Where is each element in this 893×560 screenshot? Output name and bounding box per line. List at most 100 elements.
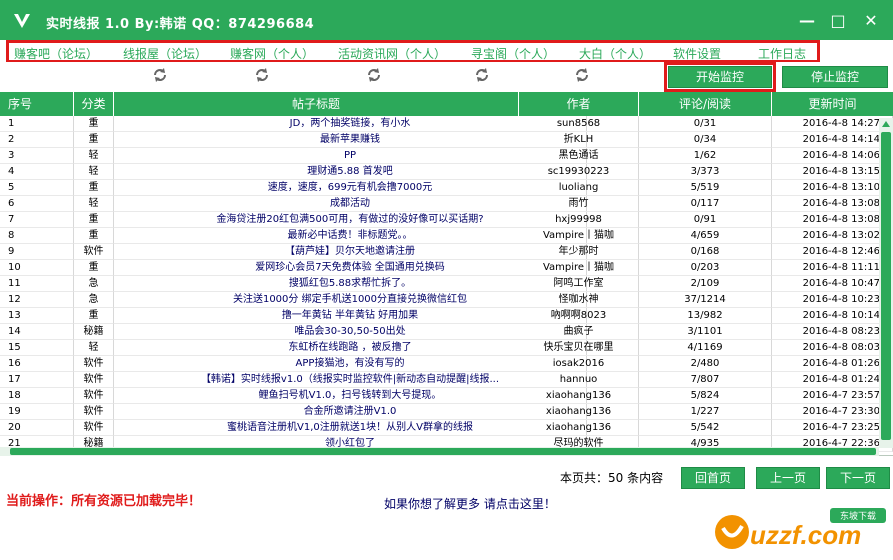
row-update-time: 2016-4-7 23:25 — [772, 420, 893, 436]
row-title[interactable]: 成都活动 — [114, 196, 587, 212]
row-index: 17 — [0, 372, 74, 388]
menu-item-zhuankewang[interactable]: 赚客网（个人） — [230, 45, 314, 62]
row-title[interactable]: 金海贷注册20红包满500可用，有做过的没好像可以买话期? — [114, 212, 587, 228]
table-row[interactable]: 20 软件 蜜桃语音注册机V1,0注册就送1块！从别人V群拿的线报 xiaohang1… — [0, 420, 893, 436]
row-author: xiaohang136 — [519, 388, 639, 404]
table-row[interactable]: 10 重爱网珍心会员7天免费体验 全国通用兑换码 Vampire丨猫咖 0/203 20… — [0, 260, 893, 276]
table-row[interactable]: 1 重 JD，两个抽奖链接，有小水 sun8568 0/31 2016-4-8 14:27 — [0, 116, 893, 132]
row-title[interactable]: JD，两个抽奖链接，有小水 — [114, 116, 587, 132]
refresh-icon[interactable] — [474, 67, 490, 83]
row-update-time: 2016-4-8 13:10 — [772, 180, 893, 196]
table-row[interactable]: 3 轻 PP 黑色通话 1/62 2016-4-8 14:06 — [0, 148, 893, 164]
close-button[interactable]: ✕ — [860, 10, 882, 32]
table-row[interactable]: 6 轻成都活动 雨竹 0/117 2016-4-8 13:08 — [0, 196, 893, 212]
row-category: 软件 — [74, 420, 114, 436]
table-row[interactable]: 15 轻东虹桥在线跑路 ，被反撸了 快乐宝贝在哪里 4/1169 2016-4-8 08… — [0, 340, 893, 356]
menu-item-dabai[interactable]: 大白（个人） — [579, 45, 651, 62]
table-row[interactable]: 5 重速度，速度，699元有机会撸7000元 luoliang 5/519 2016-4… — [0, 180, 893, 196]
refresh-icon[interactable] — [366, 67, 382, 83]
header-category[interactable]: 分类 — [74, 92, 114, 116]
maximize-button[interactable]: □ — [827, 10, 849, 32]
header-author[interactable]: 作者 — [519, 92, 639, 116]
header-stats[interactable]: 评论/阅读 — [639, 92, 772, 116]
row-update-time: 2016-4-7 23:57 — [772, 388, 893, 404]
next-page-button[interactable]: 下一页 — [826, 467, 890, 489]
header-title[interactable]: 帖子标题 — [114, 92, 519, 116]
row-stats: 5/542 — [639, 420, 772, 436]
row-title[interactable]: 【韩诺】实时线报v1.0（线报实时监控软件|新动态自动提醒|线报... — [114, 372, 587, 388]
row-stats: 3/373 — [639, 164, 772, 180]
stop-monitor-button[interactable]: 停止监控 — [782, 66, 888, 88]
row-index: 8 — [0, 228, 74, 244]
menu-item-huodongzixun[interactable]: 活动资讯网（个人） — [338, 45, 446, 62]
row-title[interactable]: APP接猫池，有没有写的 — [114, 356, 587, 372]
row-stats: 0/117 — [639, 196, 772, 212]
row-update-time: 2016-4-8 13:15 — [772, 164, 893, 180]
row-title[interactable]: 理财通5.88 首发吧 — [114, 164, 587, 180]
row-stats: 0/31 — [639, 116, 772, 132]
row-title[interactable]: 最新苹果赚钱 — [114, 132, 587, 148]
row-update-time: 2016-4-8 08:23 — [772, 324, 893, 340]
row-index: 13 — [0, 308, 74, 324]
row-index: 1 — [0, 116, 74, 132]
row-title[interactable]: PP — [114, 148, 587, 164]
row-title[interactable]: 合金所邀请注册V1.0 — [114, 404, 587, 420]
refresh-icon[interactable] — [574, 67, 590, 83]
minimize-button[interactable]: — — [796, 10, 818, 32]
start-monitor-button[interactable]: 开始监控 — [668, 66, 772, 88]
menu-item-settings[interactable]: 软件设置 — [673, 45, 721, 62]
row-stats: 0/34 — [639, 132, 772, 148]
row-category: 急 — [74, 276, 114, 292]
menu-item-worklog[interactable]: 工作日志 — [758, 45, 806, 62]
table-row[interactable]: 4 轻理财通5.88 首发吧 sc19930223 3/373 2016-4-8 13:… — [0, 164, 893, 180]
row-category: 重 — [74, 308, 114, 324]
menu-item-xunbaoge[interactable]: 寻宝阁（个人） — [471, 45, 555, 62]
table-row[interactable]: 19 软件 合金所邀请注册V1.0 xiaohang136 1/227 2016-4-7 … — [0, 404, 893, 420]
prev-page-button[interactable]: 上一页 — [756, 467, 820, 489]
home-page-button[interactable]: 回首页 — [681, 467, 745, 489]
row-title[interactable]: 关注送1000分 绑定手机送1000分直接兑换微信红包 — [114, 292, 587, 308]
learn-more-link[interactable]: 如果你想了解更多 请点击这里！ — [384, 495, 556, 512]
vertical-scroll-thumb[interactable] — [881, 132, 891, 440]
table-row[interactable]: 16 软件 APP接猫池，有没有写的 iosak2016 2/480 2016-4-8 0… — [0, 356, 893, 372]
row-title[interactable]: 撸一年黄钻 半年黄钻 好用加果 — [114, 308, 587, 324]
row-update-time: 2016-4-8 12:46 — [772, 244, 893, 260]
row-title[interactable]: 爱网珍心会员7天免费体验 全国通用兑换码 — [114, 260, 587, 276]
row-author: hxj99998 — [519, 212, 639, 228]
table-row[interactable]: 8 重最新必中话费！非标题党。。 Vampire丨猫咖 4/659 2016-4-8 1… — [0, 228, 893, 244]
row-title[interactable]: 鲤鱼扫号机V1.0，扫号钱转到大号提现。 — [114, 388, 587, 404]
row-update-time: 2016-4-7 23:30 — [772, 404, 893, 420]
menu-item-zhuankeba[interactable]: 赚客吧（论坛） — [14, 45, 98, 62]
table-row[interactable]: 2 重最新苹果赚钱 折KLH 0/34 2016-4-8 14:14 — [0, 132, 893, 148]
table-row[interactable]: 13 重撸一年黄钻 半年黄钻 好用加果 吶啊啊8023 13/982 2016-4-8 … — [0, 308, 893, 324]
row-title[interactable]: 东虹桥在线跑路 ，被反撸了 — [114, 340, 587, 356]
table-row[interactable]: 12 急关注送1000分 绑定手机送1000分直接兑换微信红包 怪咖水神 37/121… — [0, 292, 893, 308]
row-title[interactable]: 蜜桃语音注册机V1,0注册就送1块！从别人V群拿的线报 — [114, 420, 587, 436]
row-title[interactable]: 唯品会30-30,50-50出处 — [114, 324, 587, 340]
row-title[interactable]: 【葫芦娃】贝尔天地邀请注册 — [114, 244, 587, 260]
scroll-up-icon[interactable] — [880, 118, 892, 130]
header-update-time[interactable]: 更新时间 — [772, 92, 893, 116]
table-row[interactable]: 11 急搜狐红包5.88求帮忙拆了。 阿鸣工作室 2/109 2016-4-8 10:4… — [0, 276, 893, 292]
row-author: sc19930223 — [519, 164, 639, 180]
row-title[interactable]: 最新必中话费！非标题党。。 — [114, 228, 587, 244]
menu-item-xianbaowu[interactable]: 线报屋（论坛） — [123, 45, 207, 62]
row-stats: 2/480 — [639, 356, 772, 372]
table-row[interactable]: 18 软件 鲤鱼扫号机V1.0，扫号钱转到大号提现。 xiaohang136 5/824… — [0, 388, 893, 404]
table-row[interactable]: 7 重金海贷注册20红包满500可用，有做过的没好像可以买话期? hxj99998 0… — [0, 212, 893, 228]
table-row[interactable]: 9 软件 【葫芦娃】贝尔天地邀请注册 年少那时 0/168 2016-4-8 12:46 — [0, 244, 893, 260]
row-category: 软件 — [74, 372, 114, 388]
refresh-icon[interactable] — [254, 67, 270, 83]
row-title[interactable]: 速度，速度，699元有机会撸7000元 — [114, 180, 587, 196]
row-index: 7 — [0, 212, 74, 228]
row-author: 黑色通话 — [519, 148, 639, 164]
row-update-time: 2016-4-8 10:14 — [772, 308, 893, 324]
table-row[interactable]: 14 秘籍 唯品会30-30,50-50出处 曲疯子 3/1101 2016-4-8 08… — [0, 324, 893, 340]
header-index[interactable]: 序号 — [0, 92, 74, 116]
refresh-icon[interactable] — [152, 67, 168, 83]
horizontal-scroll-thumb[interactable] — [10, 448, 876, 455]
table-row[interactable]: 17 软件 【韩诺】实时线报v1.0（线报实时监控软件|新动态自动提醒|线报... h… — [0, 372, 893, 388]
row-category: 软件 — [74, 404, 114, 420]
row-title[interactable]: 搜狐红包5.88求帮忙拆了。 — [114, 276, 587, 292]
row-index: 11 — [0, 276, 74, 292]
